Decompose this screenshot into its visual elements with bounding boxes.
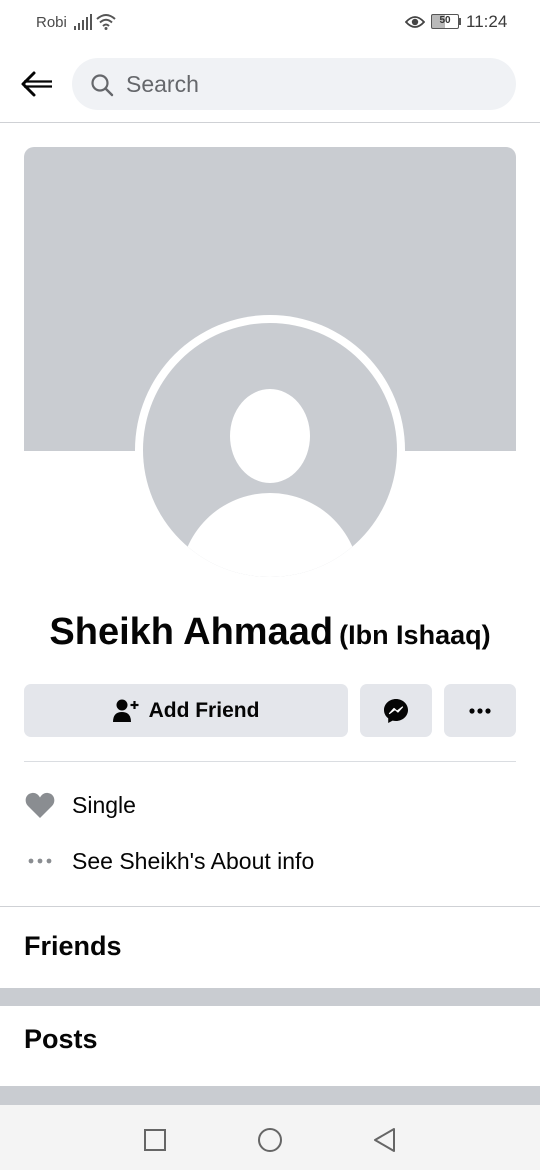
header-divider <box>0 122 540 123</box>
battery-tip <box>459 18 461 25</box>
section-separator <box>0 988 540 1006</box>
profile-alternate-name: (Ibn Ishaaq) <box>339 620 491 650</box>
square-icon <box>144 1129 166 1151</box>
wifi-icon <box>96 14 116 30</box>
profile-name-main: Sheikh Ahmaad <box>49 611 334 653</box>
avatar-placeholder <box>143 323 397 577</box>
section-separator <box>0 1086 540 1105</box>
system-back-button[interactable] <box>370 1125 400 1155</box>
avatar-head-silhouette <box>230 389 310 483</box>
clock: 11:24 <box>466 12 508 31</box>
home-button[interactable] <box>255 1125 285 1155</box>
section-divider <box>24 761 516 762</box>
see-about-info-text: See Sheikh's About info <box>72 847 315 874</box>
eye-comfort-icon <box>405 16 425 28</box>
more-dots-icon <box>469 707 491 714</box>
profile-name: Sheikh Ahmaad (Ibn Ishaaq) <box>0 611 540 654</box>
full-divider <box>0 906 540 907</box>
battery-indicator: 50 <box>431 14 459 29</box>
triangle-back-icon <box>374 1128 395 1152</box>
system-navigation-bar <box>0 1105 540 1170</box>
profile-picture[interactable] <box>135 315 405 585</box>
recent-apps-button[interactable] <box>140 1125 170 1155</box>
messenger-button[interactable] <box>360 684 432 737</box>
carrier-name: Robi <box>36 14 67 31</box>
avatar-body-silhouette <box>180 493 360 577</box>
messenger-icon <box>384 698 408 723</box>
relationship-status-text: Single <box>72 791 136 818</box>
back-button[interactable] <box>14 62 60 106</box>
signal-icon <box>74 14 92 30</box>
back-arrow-icon <box>21 71 52 97</box>
relationship-status-row: Single <box>24 785 516 825</box>
more-options-button[interactable] <box>444 684 516 737</box>
search-placeholder: Search <box>126 71 199 97</box>
add-friend-button[interactable]: Add Friend <box>24 684 348 737</box>
friends-section-title[interactable]: Friends <box>24 931 122 962</box>
heart-icon <box>24 791 56 819</box>
posts-section-title: Posts <box>24 1024 98 1054</box>
circle-icon <box>258 1128 282 1152</box>
ellipsis-icon <box>24 858 56 864</box>
add-friend-label: Add Friend <box>148 698 260 722</box>
status-bar: Robi 50 11:24 <box>0 0 540 46</box>
search-input[interactable]: Search <box>72 58 516 110</box>
add-friend-icon <box>112 699 139 722</box>
see-about-info-link[interactable]: See Sheikh's About info <box>24 841 516 881</box>
search-icon <box>91 74 114 97</box>
